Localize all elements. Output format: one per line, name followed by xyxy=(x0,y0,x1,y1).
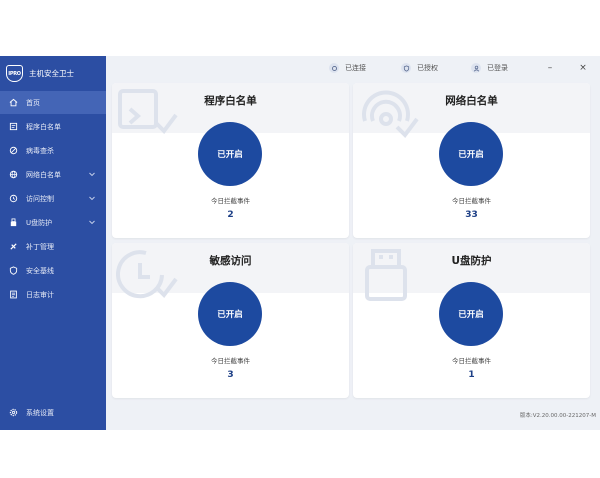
sidebar-item-virus-scan[interactable]: 病毒查杀 xyxy=(0,139,106,162)
sidebar-item-network-whitelist[interactable]: 网络白名单 xyxy=(0,163,106,186)
sidebar-item-access-control[interactable]: 访问控制 xyxy=(0,187,106,210)
card-program-whitelist: 程序白名单 已开启 今日拦截事件 2 xyxy=(112,83,349,238)
authorization-status: 已授权 xyxy=(401,63,438,73)
chevron-down-icon[interactable] xyxy=(88,170,96,178)
home-icon xyxy=(9,98,18,107)
status-toggle-button[interactable]: 已开启 xyxy=(439,282,503,346)
user-icon xyxy=(471,63,481,73)
program-icon xyxy=(9,122,18,131)
sidebar-item-security-baseline[interactable]: 安全基线 xyxy=(0,259,106,282)
status-toggle-button[interactable]: 已开启 xyxy=(198,282,262,346)
card-title: 程序白名单 xyxy=(204,95,257,107)
link-icon xyxy=(329,63,339,73)
sidebar: IPRO 主机安全卫士 首页 程序白名单 病毒查杀 网络白名单 访问控制 U盘防… xyxy=(0,56,106,430)
intercept-count: 3 xyxy=(227,370,234,380)
connection-status-text: 已连接 xyxy=(345,64,366,72)
status-toggle-button[interactable]: 已开启 xyxy=(198,122,262,186)
sidebar-item-label: 病毒查杀 xyxy=(26,146,54,155)
log-icon xyxy=(9,290,18,299)
sidebar-item-label: 补丁管理 xyxy=(26,242,54,251)
gear-icon xyxy=(9,408,18,417)
intercept-count: 2 xyxy=(227,210,234,220)
intercept-label: 今日拦截事件 xyxy=(211,197,250,205)
card-title: 敏感访问 xyxy=(209,255,252,267)
top-bar: 已连接 已授权 已登录 – × xyxy=(106,56,600,82)
sidebar-item-label: 日志审计 xyxy=(26,290,54,299)
sidebar-item-label: 系统设置 xyxy=(26,408,54,417)
login-status: 已登录 xyxy=(471,63,508,73)
authorization-status-text: 已授权 xyxy=(417,64,438,72)
sidebar-item-home[interactable]: 首页 xyxy=(0,91,106,114)
sidebar-item-usb-protection[interactable]: U盘防护 xyxy=(0,211,106,234)
app-window: IPRO 主机安全卫士 首页 程序白名单 病毒查杀 网络白名单 访问控制 U盘防… xyxy=(0,56,600,430)
sidebar-item-label: 首页 xyxy=(26,98,40,107)
version-text: 版本:V2.20.00.00-221207-M xyxy=(519,413,596,419)
chevron-down-icon[interactable] xyxy=(88,218,96,226)
access-icon xyxy=(9,194,18,203)
sidebar-item-patch-management[interactable]: 补丁管理 xyxy=(0,235,106,258)
usb-icon xyxy=(9,218,18,227)
virus-icon xyxy=(9,146,18,155)
sidebar-item-label: 程序白名单 xyxy=(26,122,61,131)
key-icon xyxy=(401,63,411,73)
sidebar-item-label: 访问控制 xyxy=(26,194,54,203)
card-title: 网络白名单 xyxy=(445,95,498,107)
card-title: U盘防护 xyxy=(451,255,492,267)
sidebar-item-log-audit[interactable]: 日志审计 xyxy=(0,283,106,306)
connection-status: 已连接 xyxy=(329,63,366,73)
close-button[interactable]: × xyxy=(577,62,589,74)
sidebar-item-system-settings[interactable]: 系统设置 xyxy=(0,401,106,424)
card-sensitive-access: 敏感访问 已开启 今日拦截事件 3 xyxy=(112,243,349,398)
logo-row: IPRO 主机安全卫士 xyxy=(0,56,106,91)
shield-icon xyxy=(9,266,18,275)
app-logo: IPRO xyxy=(6,65,23,82)
login-status-text: 已登录 xyxy=(487,64,508,72)
intercept-label: 今日拦截事件 xyxy=(452,197,491,205)
sidebar-item-label: 网络白名单 xyxy=(26,170,61,179)
sidebar-item-program-whitelist[interactable]: 程序白名单 xyxy=(0,115,106,138)
chevron-down-icon[interactable] xyxy=(88,194,96,202)
sidebar-item-label: U盘防护 xyxy=(26,218,53,227)
patch-icon xyxy=(9,242,18,251)
sidebar-item-label: 安全基线 xyxy=(26,266,54,275)
status-toggle-button[interactable]: 已开启 xyxy=(439,122,503,186)
minimize-button[interactable]: – xyxy=(544,62,556,74)
intercept-label: 今日拦截事件 xyxy=(211,357,250,365)
card-usb-protection: U盘防护 已开启 今日拦截事件 1 xyxy=(353,243,590,398)
intercept-count: 33 xyxy=(465,210,478,220)
network-icon xyxy=(9,170,18,179)
app-title: 主机安全卫士 xyxy=(29,69,74,78)
card-network-whitelist: 网络白名单 已开启 今日拦截事件 33 xyxy=(353,83,590,238)
intercept-count: 1 xyxy=(468,370,475,380)
intercept-label: 今日拦截事件 xyxy=(452,357,491,365)
